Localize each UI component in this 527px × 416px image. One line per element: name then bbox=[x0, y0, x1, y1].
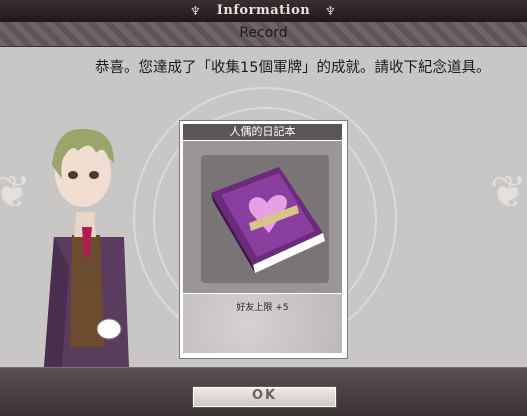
game-window: ♆ Information ♆ Record ❦ ❦ 恭喜。您達成了「收集15個… bbox=[0, 0, 527, 416]
information-titlebar: ♆ Information ♆ bbox=[0, 0, 527, 23]
ok-label: OK bbox=[251, 388, 278, 403]
character-portrait bbox=[44, 128, 129, 367]
information-title: Information bbox=[216, 3, 311, 18]
reward-description-box: 好友上限 +5 bbox=[183, 294, 342, 353]
record-title: Record bbox=[239, 25, 288, 41]
dialog-content: ❦ ❦ 恭喜。您達成了「收集15個軍牌」的成就。請收下紀念道具。 人偶的日記本 bbox=[0, 47, 527, 367]
fleur-left-icon: ❦ bbox=[0, 167, 31, 218]
record-bar: Record bbox=[0, 22, 527, 47]
ornament-right-icon: ♆ bbox=[325, 4, 336, 18]
purple-book-heart-icon bbox=[211, 167, 325, 273]
reward-description: 好友上限 +5 bbox=[236, 303, 289, 313]
ok-button[interactable]: OK bbox=[192, 386, 337, 408]
fleur-right-icon: ❦ bbox=[490, 167, 527, 218]
reward-image-area bbox=[183, 141, 342, 293]
reward-name: 人偶的日記本 bbox=[183, 124, 342, 140]
reward-card: 人偶的日記本 好友上限 +5 bbox=[179, 120, 348, 359]
achievement-message: 恭喜。您達成了「收集15個軍牌」的成就。請收下紀念道具。 bbox=[95, 60, 491, 76]
reward-icon-box bbox=[201, 155, 329, 283]
